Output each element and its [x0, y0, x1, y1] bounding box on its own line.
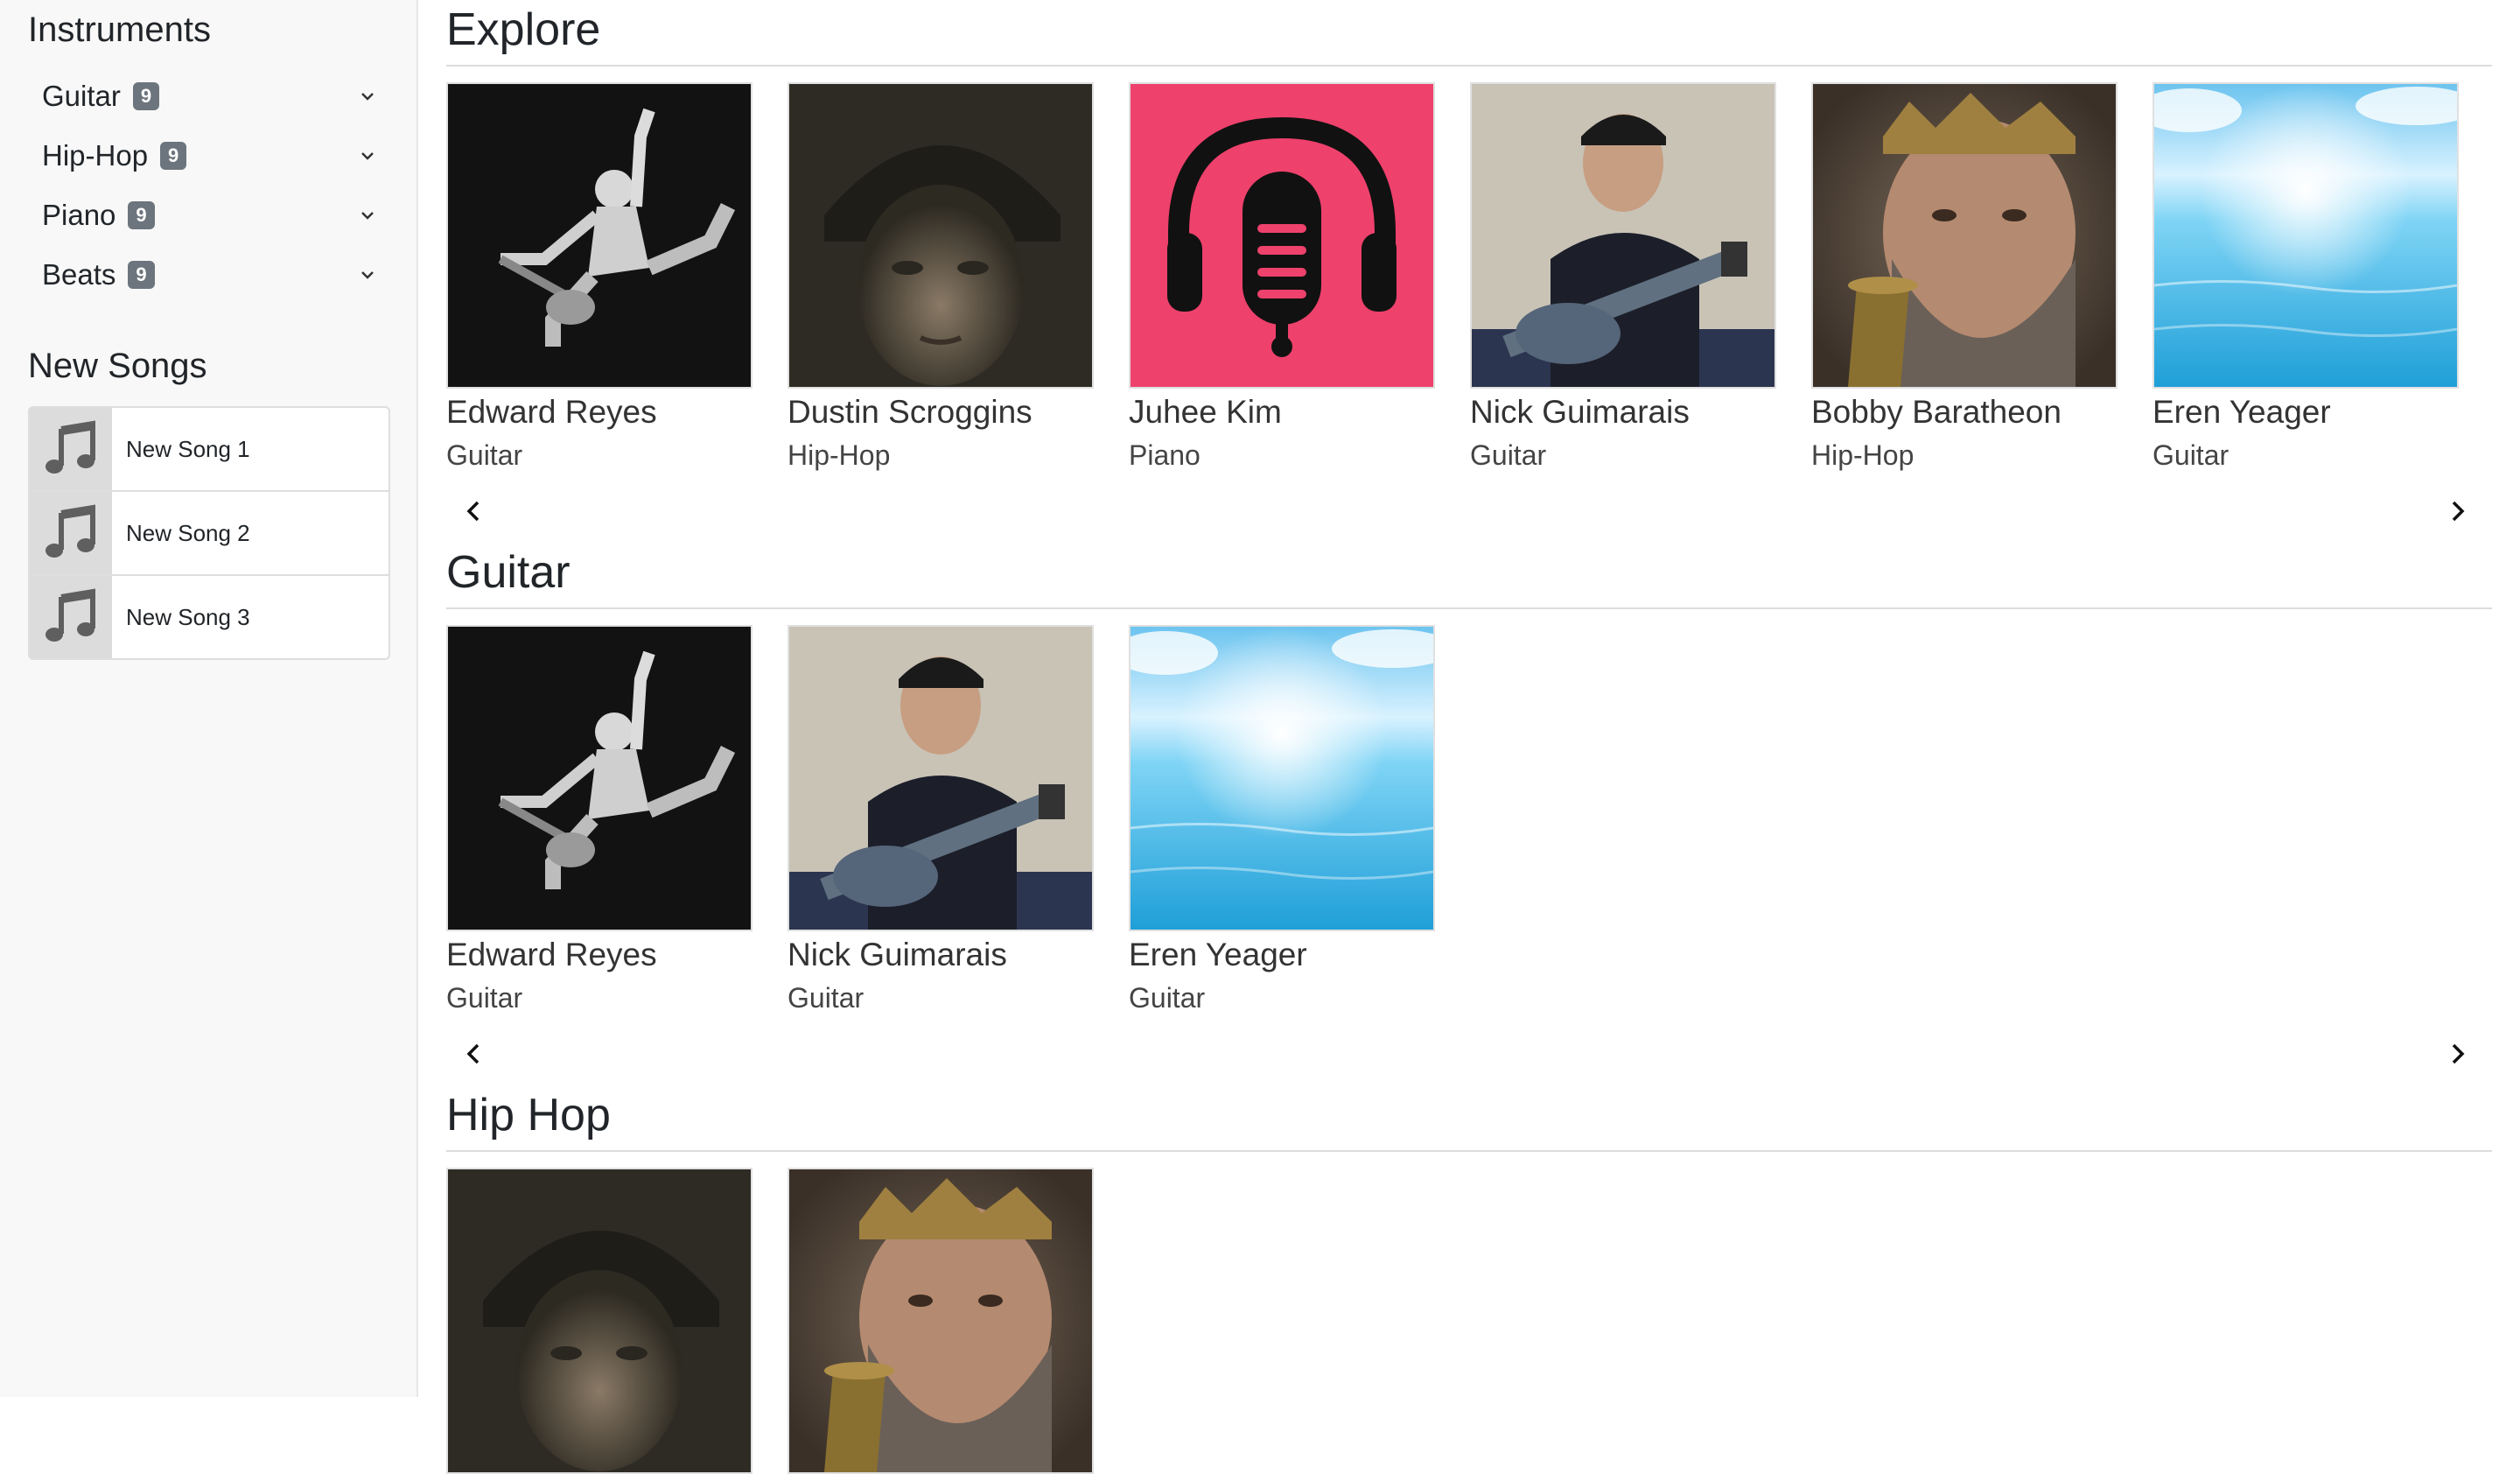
sidebar-item-guitar[interactable]: Guitar 9 — [42, 72, 387, 121]
artist-genre: Guitar — [1129, 982, 1206, 1014]
count-badge: 9 — [128, 201, 155, 229]
painted-portrait-image — [448, 1169, 751, 1472]
section-divider — [446, 607, 2492, 609]
headphones-mic-icon — [1130, 84, 1433, 387]
artist-genre: Piano — [1129, 439, 1200, 471]
sidebar-item-label: Piano — [42, 199, 116, 231]
artist-genre: Guitar — [446, 439, 523, 471]
count-badge: 9 — [128, 261, 155, 289]
chevron-down-icon[interactable] — [355, 144, 380, 168]
chevron-right-icon — [2452, 1043, 2465, 1064]
instruments-heading: Instruments — [28, 11, 211, 49]
artist-name: Edward Reyes — [446, 937, 657, 972]
artist-name: Eren Yeager — [2152, 394, 2331, 430]
song-title: New Song 2 — [126, 519, 250, 546]
bearded-king-image — [1813, 84, 2116, 387]
man-with-guitar-image — [789, 627, 1092, 930]
chevron-right-icon — [2452, 501, 2465, 522]
new-songs-heading: New Songs — [28, 347, 207, 385]
sidebar-item-label: Guitar — [42, 80, 121, 112]
section-title-hip-hop: Hip Hop — [446, 1090, 611, 1141]
carousel-next-button[interactable] — [2438, 492, 2476, 530]
artist-name: Bobby Baratheon — [1811, 394, 2062, 430]
chevron-left-icon — [466, 501, 480, 522]
artist-name: Juhee Kim — [1129, 394, 1282, 430]
carousel-prev-button[interactable] — [455, 1035, 494, 1073]
artist-card[interactable]: Nick Guimarais Guitar — [1470, 82, 1776, 472]
ocean-image — [2154, 84, 2457, 387]
chevron-down-icon[interactable] — [355, 84, 380, 109]
section-divider — [446, 1150, 2492, 1152]
artist-card[interactable] — [788, 1168, 1094, 1474]
artist-image — [1129, 82, 1435, 389]
artist-name: Eren Yeager — [1129, 937, 1307, 972]
artist-card[interactable]: Edward Reyes Guitar — [446, 82, 752, 472]
sidebar-item-label: Beats — [42, 258, 116, 291]
count-badge: 9 — [160, 142, 187, 170]
artist-name: Dustin Scroggins — [788, 394, 1032, 430]
sidebar-item-hip-hop[interactable]: Hip-Hop 9 — [42, 131, 387, 180]
music-note-icon — [46, 420, 95, 474]
song-thumbnail — [30, 576, 112, 658]
chevron-down-icon[interactable] — [355, 203, 380, 228]
artist-card[interactable]: Eren Yeager Guitar — [2152, 82, 2459, 472]
carousel-prev-button[interactable] — [455, 492, 494, 530]
artist-genre: Hip-Hop — [1811, 439, 1914, 471]
list-item[interactable]: New Song 1 — [30, 408, 388, 492]
artist-card[interactable]: Eren Yeager Guitar — [1129, 625, 1435, 1014]
artist-image — [1129, 625, 1435, 931]
artist-name: Edward Reyes — [446, 394, 657, 430]
section-divider — [446, 65, 2492, 67]
song-thumbnail — [30, 492, 112, 574]
carousel-next-button[interactable] — [2438, 1035, 2476, 1073]
music-note-icon — [46, 588, 95, 642]
artist-image — [2152, 82, 2459, 389]
count-badge: 9 — [132, 82, 160, 110]
painted-portrait-image — [789, 84, 1092, 387]
jumping-guitarist-image — [448, 627, 751, 930]
music-note-icon — [46, 504, 95, 558]
list-item[interactable]: New Song 3 — [30, 576, 388, 658]
artist-card[interactable]: Juhee Kim Piano — [1129, 82, 1435, 472]
artist-card[interactable]: Nick Guimarais Guitar — [788, 625, 1094, 1014]
artist-card[interactable]: Edward Reyes Guitar — [446, 625, 752, 1014]
artist-image — [446, 1168, 752, 1474]
artist-genre: Guitar — [2152, 439, 2230, 471]
chevron-down-icon[interactable] — [355, 263, 380, 287]
section-title-guitar: Guitar — [446, 547, 570, 598]
sidebar-item-piano[interactable]: Piano 9 — [42, 191, 387, 240]
artist-card[interactable]: Dustin Scroggins Hip-Hop — [788, 82, 1094, 472]
artist-image — [1470, 82, 1776, 389]
chevron-left-icon — [466, 1043, 480, 1064]
song-title: New Song 1 — [126, 435, 250, 462]
sidebar-item-beats[interactable]: Beats 9 — [42, 250, 387, 299]
artist-card[interactable] — [446, 1168, 752, 1474]
jumping-guitarist-image — [448, 84, 751, 387]
sidebar: Instruments Guitar 9 Hip-Hop 9 Piano 9 B… — [0, 0, 418, 1397]
artist-genre: Guitar — [446, 982, 523, 1014]
artist-name: Nick Guimarais — [1470, 394, 1690, 430]
song-thumbnail — [30, 408, 112, 490]
artist-image — [788, 82, 1094, 389]
sidebar-item-label: Hip-Hop — [42, 139, 149, 172]
artist-image — [788, 1168, 1094, 1474]
artist-genre: Guitar — [1470, 439, 1547, 471]
artist-name: Nick Guimarais — [788, 937, 1007, 972]
section-title-explore: Explore — [446, 4, 601, 55]
artist-genre: Guitar — [788, 982, 864, 1014]
song-title: New Song 3 — [126, 603, 250, 630]
new-songs-list: New Song 1 New Song 2 New Song 3 — [28, 406, 390, 660]
ocean-image — [1130, 627, 1433, 930]
artist-card[interactable]: Bobby Baratheon Hip-Hop — [1811, 82, 2118, 472]
man-with-guitar-image — [1472, 84, 1774, 387]
list-item[interactable]: New Song 2 — [30, 492, 388, 576]
artist-genre: Hip-Hop — [788, 439, 891, 471]
artist-image — [1811, 82, 2118, 389]
artist-image — [446, 625, 752, 931]
artist-image — [788, 625, 1094, 931]
artist-image — [446, 82, 752, 389]
bearded-king-image — [789, 1169, 1092, 1472]
